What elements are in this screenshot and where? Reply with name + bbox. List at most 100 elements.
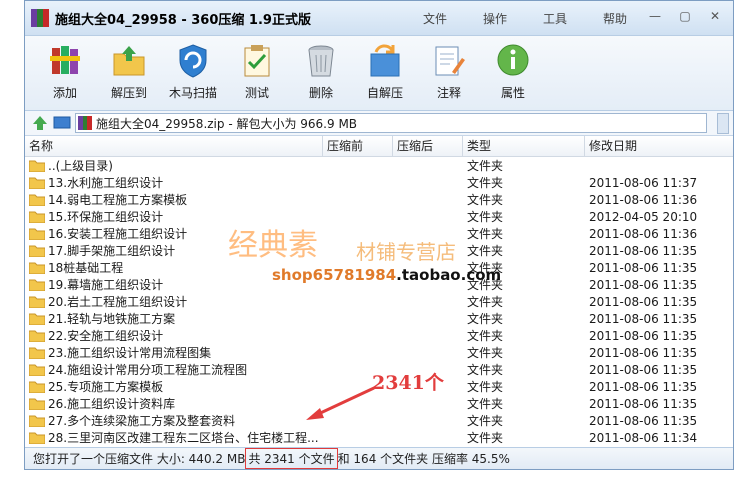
column-compressed-size[interactable]: 压缩后 <box>393 136 463 156</box>
trojan-scan-button[interactable]: 木马扫描 <box>161 36 225 110</box>
folder-icon <box>29 432 45 444</box>
file-type: 文件夹 <box>467 431 504 445</box>
file-name: 23.施工组织设计常用流程图集 <box>25 344 323 361</box>
file-date: 2011-08-06 11:35 <box>589 396 698 411</box>
table-row[interactable]: 22.安全施工组织设计 文件夹 2011-08-06 11:35 <box>25 327 733 344</box>
watermark-shop: 材铺专营店 <box>356 240 456 264</box>
file-name: 24.施组设计常用分项工程施工流程图 <box>25 361 323 378</box>
table-row[interactable]: 23.施工组织设计常用流程图集 文件夹 2011-08-06 11:35 <box>25 344 733 361</box>
extract-folder-icon <box>113 46 145 76</box>
close-icon[interactable]: ✕ <box>705 9 725 23</box>
file-date: 2011-08-06 11:35 <box>589 311 698 326</box>
file-name: 26.施工组织设计资料库 <box>25 395 323 412</box>
add-books-icon <box>50 46 80 74</box>
properties-button[interactable]: 属性 <box>481 36 545 110</box>
menu-bar: 文件 操作 工具 帮助 <box>423 1 627 35</box>
file-type: 文件夹 <box>467 397 504 411</box>
folder-icon <box>29 330 45 342</box>
file-name: 20.岩土工程施工组织设计 <box>25 293 323 310</box>
file-type: 文件夹 <box>467 244 504 258</box>
folder-icon <box>29 364 45 376</box>
file-date: 2011-08-06 11:37 <box>589 175 698 190</box>
file-name: 22.安全施工组织设计 <box>25 327 323 344</box>
address-field[interactable]: 施组大全04_29958.zip - 解包大小为 966.9 MB <box>75 113 707 133</box>
file-name: 28.三里河南区改建工程东二区塔台、住宅楼工程... <box>25 429 323 446</box>
file-date: 2011-08-06 11:35 <box>589 328 698 343</box>
folder-icon <box>29 296 45 308</box>
window-title: 施组大全04_29958 - 360压缩 1.9正式版 <box>55 12 311 28</box>
folder-icon <box>29 398 45 410</box>
file-name: 21.轻轨与地铁施工方案 <box>25 310 323 327</box>
folder-icon <box>29 160 45 172</box>
table-row[interactable]: 13.水利施工组织设计 文件夹 2011-08-06 11:37 <box>25 174 733 191</box>
file-date: 2011-08-06 11:35 <box>589 379 698 394</box>
folder-icon <box>29 415 45 427</box>
file-type: 文件夹 <box>467 346 504 360</box>
folder-icon <box>29 177 45 189</box>
app-logo-icon <box>31 9 49 27</box>
menu-help[interactable]: 帮助 <box>603 10 627 27</box>
column-type[interactable]: 类型 <box>463 136 585 156</box>
file-type: 文件夹 <box>467 159 504 173</box>
archive-icon <box>78 116 93 130</box>
column-modified-date[interactable]: 修改日期 <box>585 136 705 156</box>
window-controls: — ▢ ✕ <box>645 9 725 23</box>
file-date: 2012-04-05 20:10 <box>589 209 698 224</box>
minimize-icon[interactable]: — <box>645 9 665 23</box>
table-row[interactable]: 21.轻轨与地铁施工方案 文件夹 2011-08-06 11:35 <box>25 310 733 327</box>
folder-icon <box>29 279 45 291</box>
table-row[interactable]: 20.岩土工程施工组织设计 文件夹 2011-08-06 11:35 <box>25 293 733 310</box>
file-date: 2011-08-06 11:34 <box>589 430 698 445</box>
column-original-size[interactable]: 压缩前 <box>323 136 393 156</box>
shield-scan-icon <box>179 44 207 78</box>
address-bar: 施组大全04_29958.zip - 解包大小为 966.9 MB <box>25 111 733 136</box>
trash-icon <box>308 45 334 77</box>
monitor-icon[interactable] <box>53 116 71 130</box>
file-type: 文件夹 <box>467 295 504 309</box>
folder-icon <box>29 228 45 240</box>
info-icon <box>497 44 529 76</box>
menu-file[interactable]: 文件 <box>423 10 447 27</box>
table-row[interactable]: 14.弱电工程施工方案模板 文件夹 2011-08-06 11:36 <box>25 191 733 208</box>
self-extract-icon <box>370 44 400 77</box>
file-date: 2011-08-06 11:35 <box>589 243 698 258</box>
table-row[interactable]: 28.三里河南区改建工程东二区塔台、住宅楼工程... 文件夹 2011-08-06 … <box>25 429 733 446</box>
watermark-title: 经典素 <box>228 228 318 263</box>
status-bar: 您打开了一个压缩文件 大小: 440.2 MB 共 2341 个文件 和 164… <box>25 447 733 469</box>
file-date: 2011-08-06 11:35 <box>589 345 698 360</box>
maximize-icon[interactable]: ▢ <box>675 9 695 23</box>
test-button[interactable]: 测试 <box>225 36 289 110</box>
comment-button[interactable]: 注释 <box>417 36 481 110</box>
folder-icon <box>29 381 45 393</box>
column-name[interactable]: 名称 <box>25 136 323 156</box>
menu-operate[interactable]: 操作 <box>483 10 507 27</box>
file-name: 14.弱电工程施工方案模板 <box>25 191 323 208</box>
list-header: 名称 压缩前 压缩后 类型 修改日期 <box>25 136 733 157</box>
file-type: 文件夹 <box>467 312 504 326</box>
file-date: 2011-08-06 11:35 <box>589 294 698 309</box>
sidebar-toggle[interactable] <box>717 113 729 134</box>
folder-icon <box>29 194 45 206</box>
up-arrow-icon[interactable] <box>31 114 49 132</box>
add-button[interactable]: 添加 <box>33 36 97 110</box>
count-annotation: 2341个 <box>372 372 444 394</box>
file-date: 2011-08-06 11:35 <box>589 277 698 292</box>
file-type: 文件夹 <box>467 414 504 428</box>
menu-tools[interactable]: 工具 <box>543 10 567 27</box>
test-clipboard-icon <box>244 45 270 77</box>
file-name: 27.多个连续梁施工方案及整套资料 <box>25 412 323 429</box>
file-name: 25.专项施工方案模板 <box>25 378 323 395</box>
file-date: 2011-08-06 11:35 <box>589 413 698 428</box>
extract-to-button[interactable]: 解压到 <box>97 36 161 110</box>
self-extract-button[interactable]: 自解压 <box>353 36 417 110</box>
folder-icon <box>29 347 45 359</box>
file-type: 文件夹 <box>467 227 504 241</box>
file-date: 2011-08-06 11:35 <box>589 362 698 377</box>
delete-button[interactable]: 删除 <box>289 36 353 110</box>
status-folder-ratio: 和 164 个文件夹 压缩率 45.5% <box>337 452 510 466</box>
address-path: 施组大全04_29958.zip - 解包大小为 966.9 MB <box>96 116 358 131</box>
file-name: ..(上级目录) <box>25 157 323 174</box>
table-row[interactable]: ..(上级目录) 文件夹 <box>25 157 733 174</box>
status-size: 您打开了一个压缩文件 大小: 440.2 MB <box>33 452 246 466</box>
table-row[interactable]: 15.环保施工组织设计 文件夹 2012-04-05 20:10 <box>25 208 733 225</box>
